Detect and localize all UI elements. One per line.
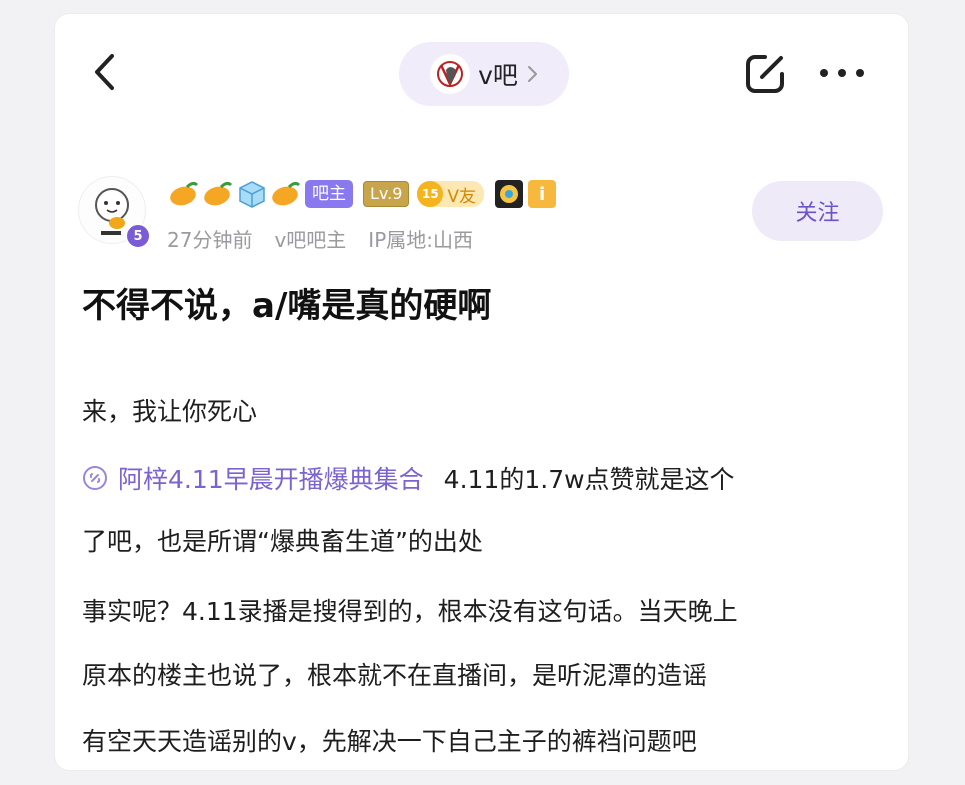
post-line-6: 有空天天造谣别的v，先解决一下自己主子的裤裆问题吧 — [82, 727, 697, 756]
back-icon[interactable] — [92, 52, 116, 92]
post-line-3: 了吧，也是所谓“爆典畜生道”的出处 — [82, 527, 483, 556]
forum-link[interactable]: v吧 — [399, 42, 569, 106]
author-avatar[interactable]: 5 — [78, 176, 151, 249]
post-title: 不得不说，a/嘴是真的硬啊 — [82, 286, 492, 326]
author-role: v吧吧主 — [274, 228, 347, 252]
post-line-1: 来，我让你死心 — [82, 397, 258, 426]
link-icon — [83, 466, 107, 490]
post-line-4: 事实呢？4.11录播是搜得到的，根本没有这句话。当天晚上 — [82, 597, 738, 626]
post-card: v吧 5 吧主 Lv.9 15 V友 i 27分钟前 v吧吧主 IP属地:山西 … — [55, 14, 908, 770]
post-time: 27分钟前 — [167, 228, 253, 252]
post-link-after: 4.11的1.7w点赞就是这个 — [443, 465, 735, 494]
vfriend-label: V友 — [447, 186, 477, 207]
mango-icon — [170, 181, 199, 206]
user-level-badge: 5 — [125, 223, 151, 249]
gear-badge-icon — [495, 180, 524, 208]
post-meta: 27分钟前 v吧吧主 IP属地:山西 — [167, 224, 473, 253]
vfriend-badge: 15 V友 — [417, 181, 485, 207]
post-link[interactable]: 阿梓4.11早晨开播爆典集合 — [118, 460, 424, 496]
info-badge-icon: i — [528, 180, 557, 208]
post-line-5: 原本的楼主也说了，根本就不在直播间，是听泥潭的造谣 — [82, 661, 708, 690]
mango-icon — [272, 181, 301, 206]
owner-badge: 吧主 — [305, 180, 353, 208]
forum-name: v吧 — [478, 61, 518, 90]
more-icon[interactable] — [817, 62, 867, 84]
share-icon[interactable] — [743, 52, 787, 96]
ice-cube-icon — [239, 181, 265, 208]
forum-avatar — [430, 54, 471, 94]
chevron-right-icon — [527, 66, 537, 82]
level-badge: Lv.9 — [363, 181, 410, 207]
vfriend-number: 15 — [417, 181, 444, 207]
ip-location: IP属地:山西 — [368, 228, 473, 252]
mango-icon — [204, 181, 233, 206]
follow-button[interactable]: 关注 — [752, 181, 883, 241]
forum-logo-icon — [437, 61, 464, 87]
post-line-2: 阿梓4.11早晨开播爆典集合 4.11的1.7w点赞就是这个 — [82, 460, 735, 496]
badge-row: 吧主 Lv.9 15 V友 i — [169, 178, 557, 210]
